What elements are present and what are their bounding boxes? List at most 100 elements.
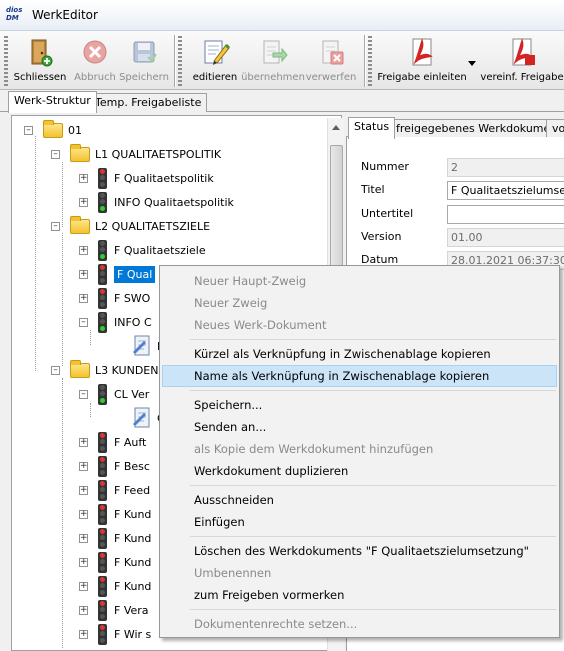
menu-item-duplicate[interactable]: Werkdokument duplizieren — [162, 460, 557, 482]
discard-button[interactable]: verwerfen — [306, 34, 356, 88]
close-button-label: Schliessen — [13, 72, 67, 83]
expand-icon[interactable]: + — [79, 533, 88, 543]
title-bar[interactable]: dios DM WerkEditor — [0, 0, 564, 31]
collapse-icon[interactable]: – — [24, 125, 33, 135]
version-field[interactable]: 01.00 — [447, 228, 564, 247]
apply-button[interactable]: übernehmen — [241, 34, 305, 88]
menu-item-set-document-rights[interactable]: Dokumentenrechte setzen... — [162, 613, 557, 635]
cancel-button[interactable]: Abbruch — [72, 34, 118, 88]
tree-node-label: F SWO — [114, 291, 151, 305]
traffic-light-icon — [98, 599, 107, 621]
discard-button-label: verwerfen — [305, 72, 357, 83]
collapse-icon[interactable]: – — [51, 149, 60, 159]
tree-node-document[interactable]: + F Kund — [79, 527, 151, 549]
tree-node-document[interactable]: + F Wir s — [79, 623, 151, 645]
tree-node-document[interactable]: + F Vera — [79, 599, 149, 621]
edit-button[interactable]: editieren — [192, 34, 238, 88]
menu-item-delete-document[interactable]: Löschen des Werkdokuments "F Qualitaetsz… — [162, 540, 557, 562]
tab-status[interactable]: Status — [348, 117, 396, 139]
tab-werk-struktur[interactable]: Werk-Struktur — [8, 91, 97, 113]
expand-icon[interactable]: + — [79, 509, 88, 519]
tab-vo[interactable]: vo — [546, 119, 564, 138]
collapse-icon[interactable]: – — [51, 365, 60, 375]
tab-temp-freigabeliste[interactable]: Temp. Freigabeliste — [89, 93, 208, 112]
tree-node-document[interactable]: + F Auft — [79, 431, 146, 453]
tree-node-document[interactable]: + F Besc — [79, 455, 150, 477]
scroll-up-icon[interactable] — [332, 125, 340, 130]
tree-node-attachment[interactable]: I — [132, 335, 160, 356]
tree-node-l2[interactable]: – L2 QUALITAETSZIELE — [51, 215, 210, 236]
toolbar-grip[interactable] — [4, 36, 8, 86]
expand-icon[interactable]: + — [79, 485, 88, 495]
discard-icon — [316, 37, 346, 67]
untertitel-field[interactable] — [447, 205, 564, 224]
edit-button-label: editieren — [192, 72, 238, 83]
tree-node-document-selected[interactable]: + F Qual — [79, 263, 156, 285]
folder-icon — [70, 215, 90, 234]
toolbar-grip[interactable] — [368, 36, 372, 86]
tree-node-document[interactable]: + F Kund — [79, 551, 151, 573]
expand-icon[interactable]: + — [79, 293, 88, 303]
collapse-icon[interactable]: – — [51, 221, 60, 231]
menu-item-send-to[interactable]: Senden an... — [162, 416, 557, 438]
expand-icon[interactable]: + — [79, 437, 88, 447]
tree-node-document[interactable]: + F SWO — [79, 287, 151, 309]
expand-icon[interactable]: + — [79, 245, 88, 255]
menu-item-cut[interactable]: Ausschneiden — [162, 489, 557, 511]
expand-icon[interactable]: + — [79, 461, 88, 471]
collapse-icon[interactable]: – — [79, 389, 88, 399]
menu-item-save-as[interactable]: Speichern... — [162, 394, 557, 416]
tree-node-label: F Qualitaetsziele — [114, 243, 206, 257]
tree-node-document[interactable]: + F Qualitaetsziele — [79, 239, 206, 261]
collapse-icon[interactable]: – — [79, 317, 88, 327]
menu-item-paste[interactable]: Einfügen — [162, 511, 557, 533]
save-disk-icon — [129, 37, 159, 67]
expand-icon[interactable]: + — [79, 581, 88, 591]
tree-node-document[interactable]: + F Kund — [79, 503, 151, 525]
app-logo-bottom: DM — [6, 14, 19, 22]
release-dropdown-arrow-icon[interactable] — [468, 61, 476, 66]
tree-node-document[interactable]: + F Kund — [79, 575, 152, 597]
expand-icon[interactable]: + — [79, 197, 88, 207]
traffic-light-icon — [98, 503, 107, 525]
werkeditor-window: dios DM WerkEditor Schliessen Abbruch Sp… — [0, 0, 564, 651]
menu-item-new-branch[interactable]: Neuer Zweig — [162, 292, 557, 314]
expand-icon[interactable]: + — [79, 629, 88, 639]
menu-item-new-work-document[interactable]: Neues Werk-Dokument — [162, 314, 557, 336]
nummer-field[interactable]: 2 — [447, 158, 564, 177]
simplified-release-button[interactable]: vereinf. Freigabe — [480, 34, 564, 88]
cancel-button-label: Abbruch — [74, 72, 116, 83]
menu-item-copy-name-link[interactable]: Name als Verknüpfung in Zwischenablage k… — [162, 365, 557, 387]
start-release-button[interactable]: Freigabe einleiten — [377, 34, 467, 88]
tree-node-document[interactable]: + F Qualitaetspolitik — [79, 167, 214, 189]
traffic-light-icon — [98, 239, 107, 261]
save-button[interactable]: Speichern — [119, 34, 169, 88]
tree-node-label: INFO C — [114, 315, 152, 329]
tree-node-document[interactable]: – INFO C — [79, 311, 152, 333]
tree-node-label: F Kund — [114, 579, 152, 593]
menu-item-mark-for-release[interactable]: zum Freigeben vormerken — [162, 584, 557, 606]
save-button-label: Speichern — [119, 72, 169, 83]
tree-node-l1[interactable]: – L1 QUALITAETSPOLITIK — [51, 143, 221, 164]
titel-field[interactable]: F Qualitaetszielumsetzung — [447, 181, 564, 200]
tree-node-l3[interactable]: – L3 KUNDEN — [51, 359, 159, 380]
expand-icon[interactable]: + — [79, 605, 88, 615]
toolbar-grip[interactable] — [178, 36, 182, 86]
menu-item-new-main-branch[interactable]: Neuer Haupt-Zweig — [162, 270, 557, 292]
tree-node-document[interactable]: + F Feed — [79, 479, 150, 501]
tree-node-document[interactable]: – CL Ver — [79, 383, 149, 405]
menu-item-add-as-copy[interactable]: als Kopie dem Werkdokument hinzufügen — [162, 438, 557, 460]
tree-node-document[interactable]: + INFO Qualitaetspolitik — [79, 191, 234, 213]
tree-node-root[interactable]: – 01 — [24, 119, 82, 140]
expand-icon[interactable]: + — [79, 173, 88, 183]
traffic-light-icon — [98, 167, 107, 189]
menu-item-rename[interactable]: Umbenennen — [162, 562, 557, 584]
tree-node-label: L3 KUNDEN — [95, 363, 159, 377]
traffic-light-icon — [98, 431, 107, 453]
expand-icon[interactable]: + — [79, 269, 88, 279]
close-button[interactable]: Schliessen — [12, 34, 68, 88]
cancel-x-icon — [80, 37, 110, 67]
tab-released-document[interactable]: freigegebenes Werkdokument — [390, 119, 564, 138]
expand-icon[interactable]: + — [79, 557, 88, 567]
menu-item-copy-abbreviation-link[interactable]: Kürzel als Verknüpfung in Zwischenablage… — [162, 343, 557, 365]
